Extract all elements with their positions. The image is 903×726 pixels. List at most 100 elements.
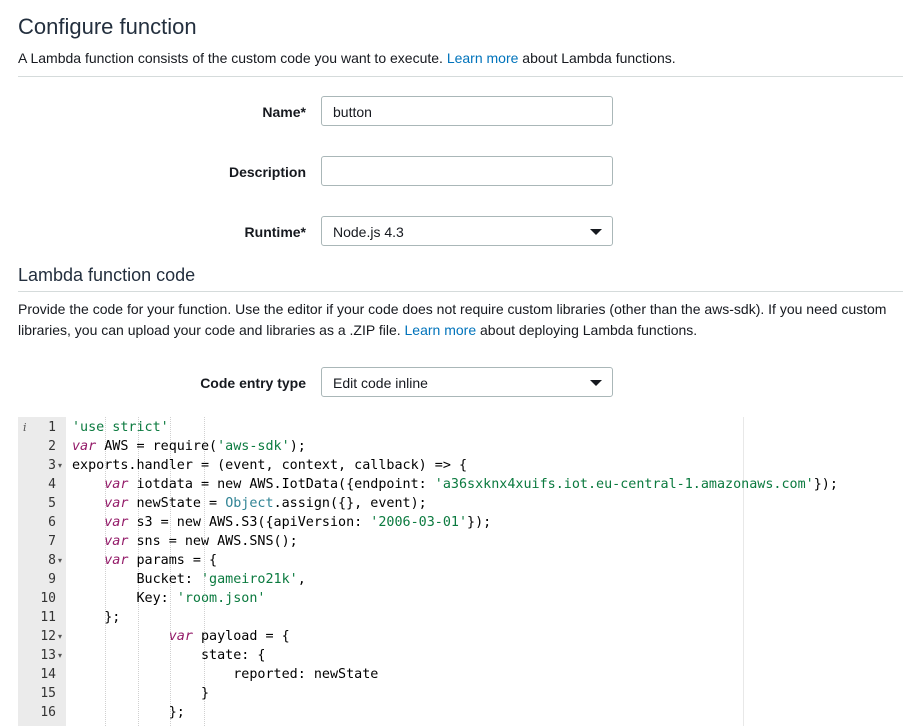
code-line[interactable]: 10 Key: 'room.json': [18, 589, 903, 608]
code-entry-type-select[interactable]: Edit code inline: [321, 367, 613, 397]
code-line[interactable]: 3 ▾ exports.handler = (event, context, cal…: [18, 456, 903, 475]
code-token: });: [813, 477, 838, 492]
code-line[interactable]: 8 ▾ var params = {: [18, 551, 903, 570]
line-number: 3: [48, 458, 56, 473]
code-token: 'aws-sdk': [217, 439, 290, 454]
code-text: var AWS = require('aws-sdk');: [72, 437, 306, 456]
code-line[interactable]: 5 var newState = Object.assign({}, event…: [18, 494, 903, 513]
code-token: var: [104, 515, 129, 530]
chevron-down-icon: [590, 380, 602, 386]
line-number: 5: [48, 496, 56, 511]
chevron-down-icon: [590, 229, 602, 235]
learn-more-link[interactable]: Learn more: [447, 50, 519, 66]
code-token: sns = new AWS.SNS();: [128, 534, 298, 549]
line-number: 4: [48, 477, 56, 492]
code-line[interactable]: 14 reported: newState: [18, 665, 903, 684]
name-input[interactable]: button: [321, 96, 613, 126]
code-token: AWS = require(: [96, 439, 218, 454]
line-number: 12: [40, 629, 56, 644]
code-token: Bucket:: [72, 572, 201, 587]
code-token: payload = {: [192, 629, 290, 644]
code-token: params = {: [128, 553, 218, 568]
code-token: reported: newState: [72, 667, 379, 682]
code-token: });: [467, 515, 492, 530]
code-token: s3 = new AWS.S3({apiVersion:: [128, 515, 371, 530]
code-text: var iotdata = new AWS.IotData({endpoint:…: [72, 475, 838, 494]
code-section-description: Provide the code for your function. Use …: [18, 301, 887, 338]
runtime-selected-value: Node.js 4.3: [333, 224, 404, 240]
line-number: 7: [48, 534, 56, 549]
code-text: reported: newState: [72, 665, 378, 684]
code-line[interactable]: 13 ▾ state: {: [18, 646, 903, 665]
line-number: 11: [40, 610, 56, 625]
divider: [18, 76, 903, 77]
code-token: };: [72, 610, 121, 625]
fold-toggle-icon[interactable]: ▾: [58, 627, 62, 646]
code-token: var: [168, 629, 193, 644]
runtime-select[interactable]: Node.js 4.3: [321, 216, 613, 246]
code-editor[interactable]: 1 i'use strict' 2 var AWS = require('aws-sd…: [18, 417, 903, 726]
name-label: Name*: [262, 104, 306, 120]
description-label: Description: [228, 164, 306, 180]
code-line[interactable]: 12 ▾ var payload = {: [18, 627, 903, 646]
code-text: var sns = new AWS.SNS();: [72, 532, 298, 551]
line-number: 10: [40, 591, 56, 606]
code-token: 'room.json': [176, 591, 266, 606]
code-line[interactable]: 6 var s3 = new AWS.S3({apiVersion: '2006…: [18, 513, 903, 532]
code-token: iotdata = new AWS.IotData({endpoint:: [128, 477, 435, 492]
line-number: 16: [40, 705, 56, 720]
code-token: 'gameiro21k': [201, 572, 298, 587]
code-text: var params = {: [72, 551, 217, 570]
learn-more-link[interactable]: Learn more: [405, 322, 477, 338]
fold-toggle-icon[interactable]: ▾: [58, 551, 62, 570]
code-token: var: [104, 534, 129, 549]
code-token: '2006-03-01': [370, 515, 468, 530]
info-icon[interactable]: i: [23, 418, 27, 437]
code-text: var payload = {: [72, 627, 290, 646]
code-line[interactable]: 2 var AWS = require('aws-sdk');: [18, 437, 903, 456]
description-input[interactable]: [321, 156, 613, 186]
code-line[interactable]: 7 var sns = new AWS.SNS();: [18, 532, 903, 551]
code-text: 'use strict': [72, 418, 169, 437]
code-token: var: [72, 439, 97, 454]
code-text: var newState = Object.assign({}, event);: [72, 494, 427, 513]
runtime-label: Runtime*: [244, 224, 306, 240]
code-line[interactable]: 4 var iotdata = new AWS.IotData({endpoin…: [18, 475, 903, 494]
code-line[interactable]: 9 Bucket: 'gameiro21k',: [18, 570, 903, 589]
code-line[interactable]: 1 i'use strict': [18, 418, 903, 437]
divider: [18, 291, 903, 292]
code-token: var: [104, 553, 129, 568]
line-number: 8: [48, 553, 56, 568]
code-line[interactable]: 11 };: [18, 608, 903, 627]
code-section-title: Lambda function code: [18, 265, 196, 285]
line-number: 15: [40, 686, 56, 701]
code-text: var s3 = new AWS.S3({apiVersion: '2006-0…: [72, 513, 491, 532]
code-line[interactable]: 16 };: [18, 703, 903, 722]
code-text: }: [72, 684, 209, 703]
line-number: 9: [48, 572, 56, 587]
code-token: var: [104, 477, 129, 492]
fold-toggle-icon[interactable]: ▾: [58, 456, 62, 475]
code-token: .assign({}, event);: [273, 496, 427, 511]
code-token: newState =: [128, 496, 226, 511]
fold-toggle-icon[interactable]: ▾: [58, 646, 62, 665]
code-token: exports.handler = (event, context, callb…: [72, 458, 468, 473]
code-entry-type-selected-value: Edit code inline: [333, 375, 428, 391]
code-line[interactable]: 15 }: [18, 684, 903, 703]
code-token: var: [104, 496, 129, 511]
line-number: 6: [48, 515, 56, 530]
code-text: exports.handler = (event, context, callb…: [72, 456, 467, 475]
configure-description: A Lambda function consists of the custom…: [18, 50, 676, 66]
line-number: 13: [40, 648, 56, 663]
code-text: state: {: [72, 646, 266, 665]
page-title: Configure function: [18, 14, 197, 39]
code-token: ,: [297, 572, 306, 587]
code-token: Key:: [72, 591, 177, 606]
code-token: 'a36sxknx4xuifs.iot.eu-central-1.amazona…: [434, 477, 814, 492]
line-number: 14: [40, 667, 56, 682]
code-token: );: [289, 439, 306, 454]
